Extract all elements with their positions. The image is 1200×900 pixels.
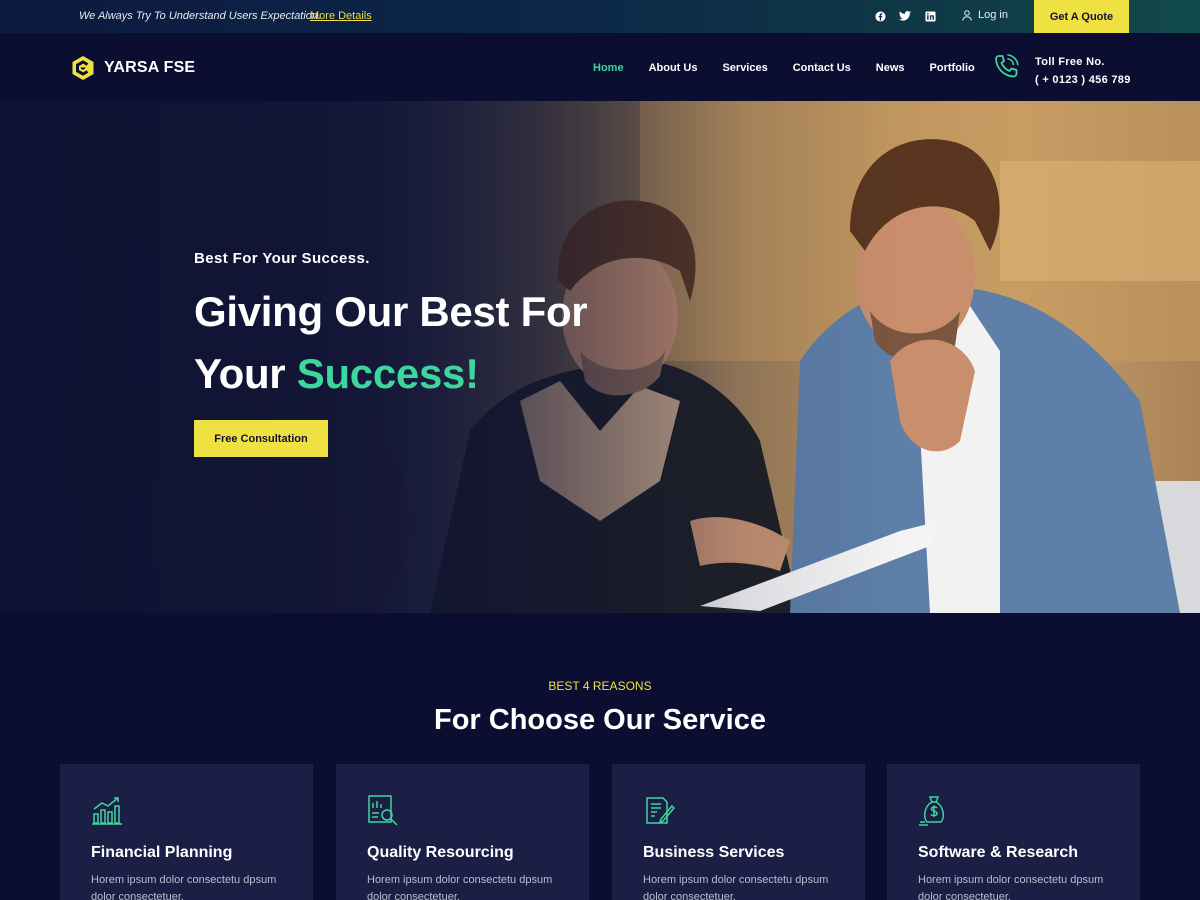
top-bar: We Always Try To Understand Users Expect… [0, 0, 1200, 33]
toll-free-label: Toll Free No. [1035, 56, 1105, 68]
main-header: YARSA FSE Home About Us Services Contact… [0, 33, 1200, 101]
nav-about-us[interactable]: About Us [649, 62, 698, 74]
toll-free-number[interactable]: ( + 0123 ) 456 789 [1035, 71, 1131, 89]
service-card-title: Quality Resourcing [367, 844, 514, 861]
service-card-text: Horem ipsum dolor consectetu dpsum dolor… [367, 874, 553, 900]
logo-text: YARSA FSE [104, 59, 196, 76]
toll-free-info: Toll Free No. ( + 0123 ) 456 789 [1035, 53, 1131, 89]
service-card-financial-planning[interactable]: Financial Planning Horem ipsum dolor con… [60, 764, 313, 900]
services-title: For Choose Our Service [434, 704, 766, 736]
user-icon [962, 9, 972, 21]
nav-services[interactable]: Services [722, 62, 767, 74]
nav-portfolio[interactable]: Portfolio [930, 62, 975, 74]
document-edit-icon [643, 794, 677, 828]
money-bag-icon [918, 794, 952, 828]
service-card-business-services[interactable]: Business Services Horem ipsum dolor cons… [612, 764, 865, 900]
service-card-title: Software & Research [918, 844, 1079, 861]
service-card-text: Horem ipsum dolor consectetu dpsum dolor… [91, 874, 277, 900]
hero-title: Giving Our Best For Your Success! [194, 281, 588, 405]
hero-banner: Best For Your Success. Giving Our Best F… [0, 101, 1200, 613]
nav-news[interactable]: News [876, 62, 905, 74]
hero-title-line1: Giving Our Best For [194, 288, 588, 335]
facebook-icon[interactable] [874, 10, 886, 22]
services-kicker: BEST 4 REASONS [548, 679, 652, 693]
service-card-software-research[interactable]: Software & Research Horem ipsum dolor co… [887, 764, 1140, 900]
linkedin-icon[interactable] [924, 10, 936, 22]
login-label: Log in [978, 9, 1008, 21]
nav-home[interactable]: Home [593, 62, 624, 74]
twitter-icon[interactable] [899, 10, 911, 22]
logo-hexagon-icon [72, 56, 94, 80]
hero-overlay [0, 101, 1200, 613]
free-consultation-button[interactable]: Free Consultation [194, 420, 328, 457]
report-search-icon [367, 794, 401, 828]
service-card-title: Business Services [643, 844, 785, 861]
logo[interactable]: YARSA FSE [71, 55, 195, 81]
more-details-link[interactable]: More Details [310, 10, 372, 22]
service-card-title: Financial Planning [91, 844, 233, 861]
hero-title-accent: Success! [296, 350, 479, 397]
main-nav: Home About Us Services Contact Us News P… [593, 62, 1000, 74]
nav-contact-us[interactable]: Contact Us [793, 62, 851, 74]
top-tagline: We Always Try To Understand Users Expect… [79, 10, 322, 22]
service-card-text: Horem ipsum dolor consectetu dpsum dolor… [643, 874, 829, 900]
phone-ringing-icon [993, 53, 1020, 85]
hero-title-line2-prefix: Your [194, 350, 297, 397]
service-card-quality-resourcing[interactable]: Quality Resourcing Horem ipsum dolor con… [336, 764, 589, 900]
login-link[interactable]: Log in [962, 9, 1008, 21]
service-card-text: Horem ipsum dolor consectetu dpsum dolor… [918, 874, 1104, 900]
get-quote-button[interactable]: Get A Quote [1034, 0, 1129, 33]
hero-kicker: Best For Your Success. [194, 250, 370, 267]
chart-growth-icon [91, 794, 125, 828]
